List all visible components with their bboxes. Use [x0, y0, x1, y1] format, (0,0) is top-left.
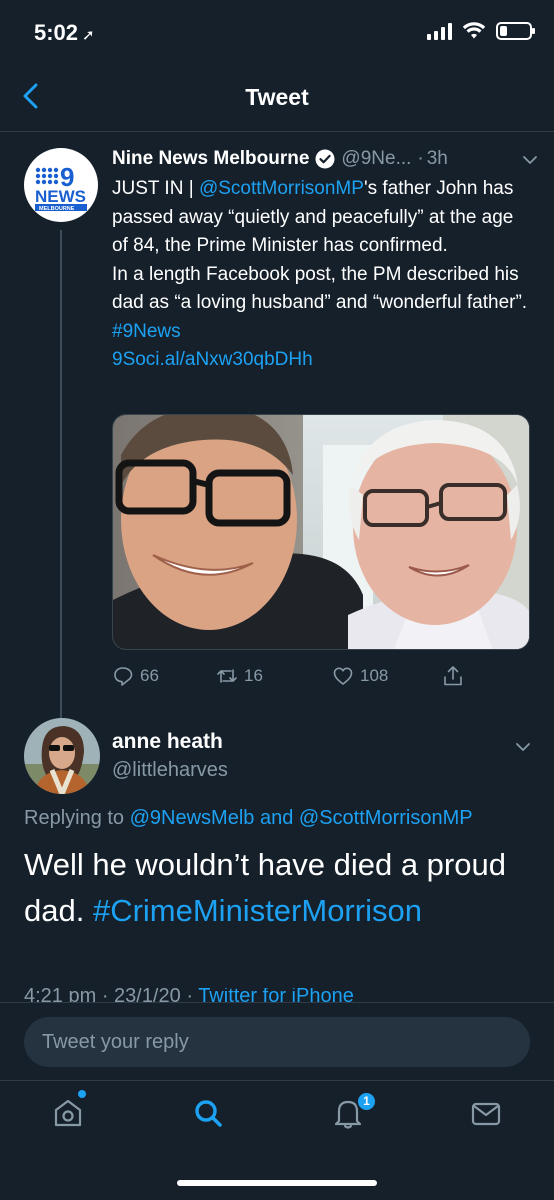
status-time-text: 5:02 [34, 20, 79, 45]
reply-options-chevron-icon[interactable] [512, 736, 534, 758]
reply-text: Well he wouldn’t have died a proud dad. … [24, 842, 534, 934]
notification-badge: 1 [356, 1091, 377, 1112]
battery-level [500, 26, 507, 36]
tweet-separator: · [417, 148, 424, 169]
battery-icon [496, 22, 535, 40]
replying-to-line: Replying to @9NewsMelb and @ScottMorriso… [24, 807, 473, 830]
reply-meta-source[interactable]: Twitter for iPhone [198, 988, 354, 1002]
verified-badge-icon [315, 149, 335, 169]
tweet-time: 3h [426, 148, 448, 169]
status-time: 5:02 ➚ [34, 20, 95, 46]
url-link[interactable]: 9Soci.al/aNxw30qbDHh [112, 349, 313, 370]
retweet-icon [217, 669, 237, 683]
anne-heath-avatar[interactable] [24, 718, 100, 794]
like-count: 108 [360, 666, 389, 685]
share-action[interactable] [442, 665, 464, 687]
home-indicator[interactable] [177, 1180, 377, 1186]
photo-two-men-selfie [113, 415, 529, 649]
author-name[interactable]: Nine News Melbourne [112, 148, 309, 170]
share-icon [444, 666, 462, 686]
tweet-reply-input[interactable] [24, 1017, 530, 1067]
reply-count: 66 [140, 666, 159, 685]
like-heart-icon [333, 667, 353, 685]
reply-action[interactable]: 66 [112, 665, 159, 687]
reply-meta-time: 4:21 pm · 23/1/20 · [24, 988, 199, 1002]
cellular-signal-icon [427, 22, 452, 40]
wifi-icon [462, 22, 486, 39]
tweet-text: JUST IN | @ScottMorrisonMP's father John… [112, 175, 532, 375]
reply-icon [114, 667, 133, 686]
tweet-text-prefix: JUST IN | [112, 178, 199, 199]
messages-envelope-icon[interactable] [468, 1095, 504, 1131]
logo-news-text: NEWS [35, 187, 86, 206]
nine-news-avatar[interactable]: 9 NEWS MELBOURNE [24, 148, 98, 222]
thread-line [60, 230, 62, 790]
replying-mention-1[interactable]: @9NewsMelb [130, 807, 255, 829]
reply-composer [0, 1002, 554, 1080]
nav-header: Tweet [0, 64, 554, 132]
replying-mention-2[interactable]: @ScottMorrisonMP [299, 807, 473, 829]
tweet-options-chevron-icon[interactable] [520, 150, 540, 170]
replying-and: and [254, 807, 299, 829]
status-icons [427, 22, 535, 40]
reply-author-handle[interactable]: @littleharves [112, 759, 228, 782]
location-arrow-icon: ➚ [82, 27, 95, 44]
hashtag-link[interactable]: #9News [112, 321, 181, 342]
tweet-actions: 66 16 108 [112, 660, 532, 692]
mention-link[interactable]: @ScottMorrisonMP [199, 178, 364, 199]
page-title: Tweet [245, 84, 309, 110]
avatar-photo [24, 718, 100, 794]
like-action[interactable]: 108 [332, 665, 388, 687]
nine-news-logo: 9 NEWS MELBOURNE [35, 162, 87, 212]
retweet-action[interactable]: 16 [216, 665, 263, 687]
tweet-header: Nine News Melbourne @9Ne... · 3h [112, 144, 537, 174]
search-icon[interactable] [190, 1095, 226, 1131]
tweet-body: Nine News Melbourne @9Ne... · 3h JUST IN… [112, 144, 537, 375]
replying-label: Replying to [24, 807, 130, 829]
status-bar: 5:02 ➚ [0, 0, 554, 64]
author-handle[interactable]: @9Ne... [341, 148, 411, 170]
home-unread-dot [78, 1090, 86, 1098]
logo-city-text: MELBOURNE [39, 206, 75, 212]
home-icon[interactable] [50, 1095, 86, 1131]
reply-meta-line: 4:21 pm · 23/1/20 · Twitter for iPhone [24, 988, 354, 1002]
tweet-photo[interactable] [112, 414, 530, 650]
retweet-count: 16 [244, 666, 263, 685]
reply-author-name[interactable]: anne heath [112, 730, 223, 754]
tweet-text-para2: In a length Facebook post, the PM descri… [112, 263, 528, 314]
reply-hashtag-link[interactable]: #CrimeMinisterMorrison [93, 893, 422, 928]
